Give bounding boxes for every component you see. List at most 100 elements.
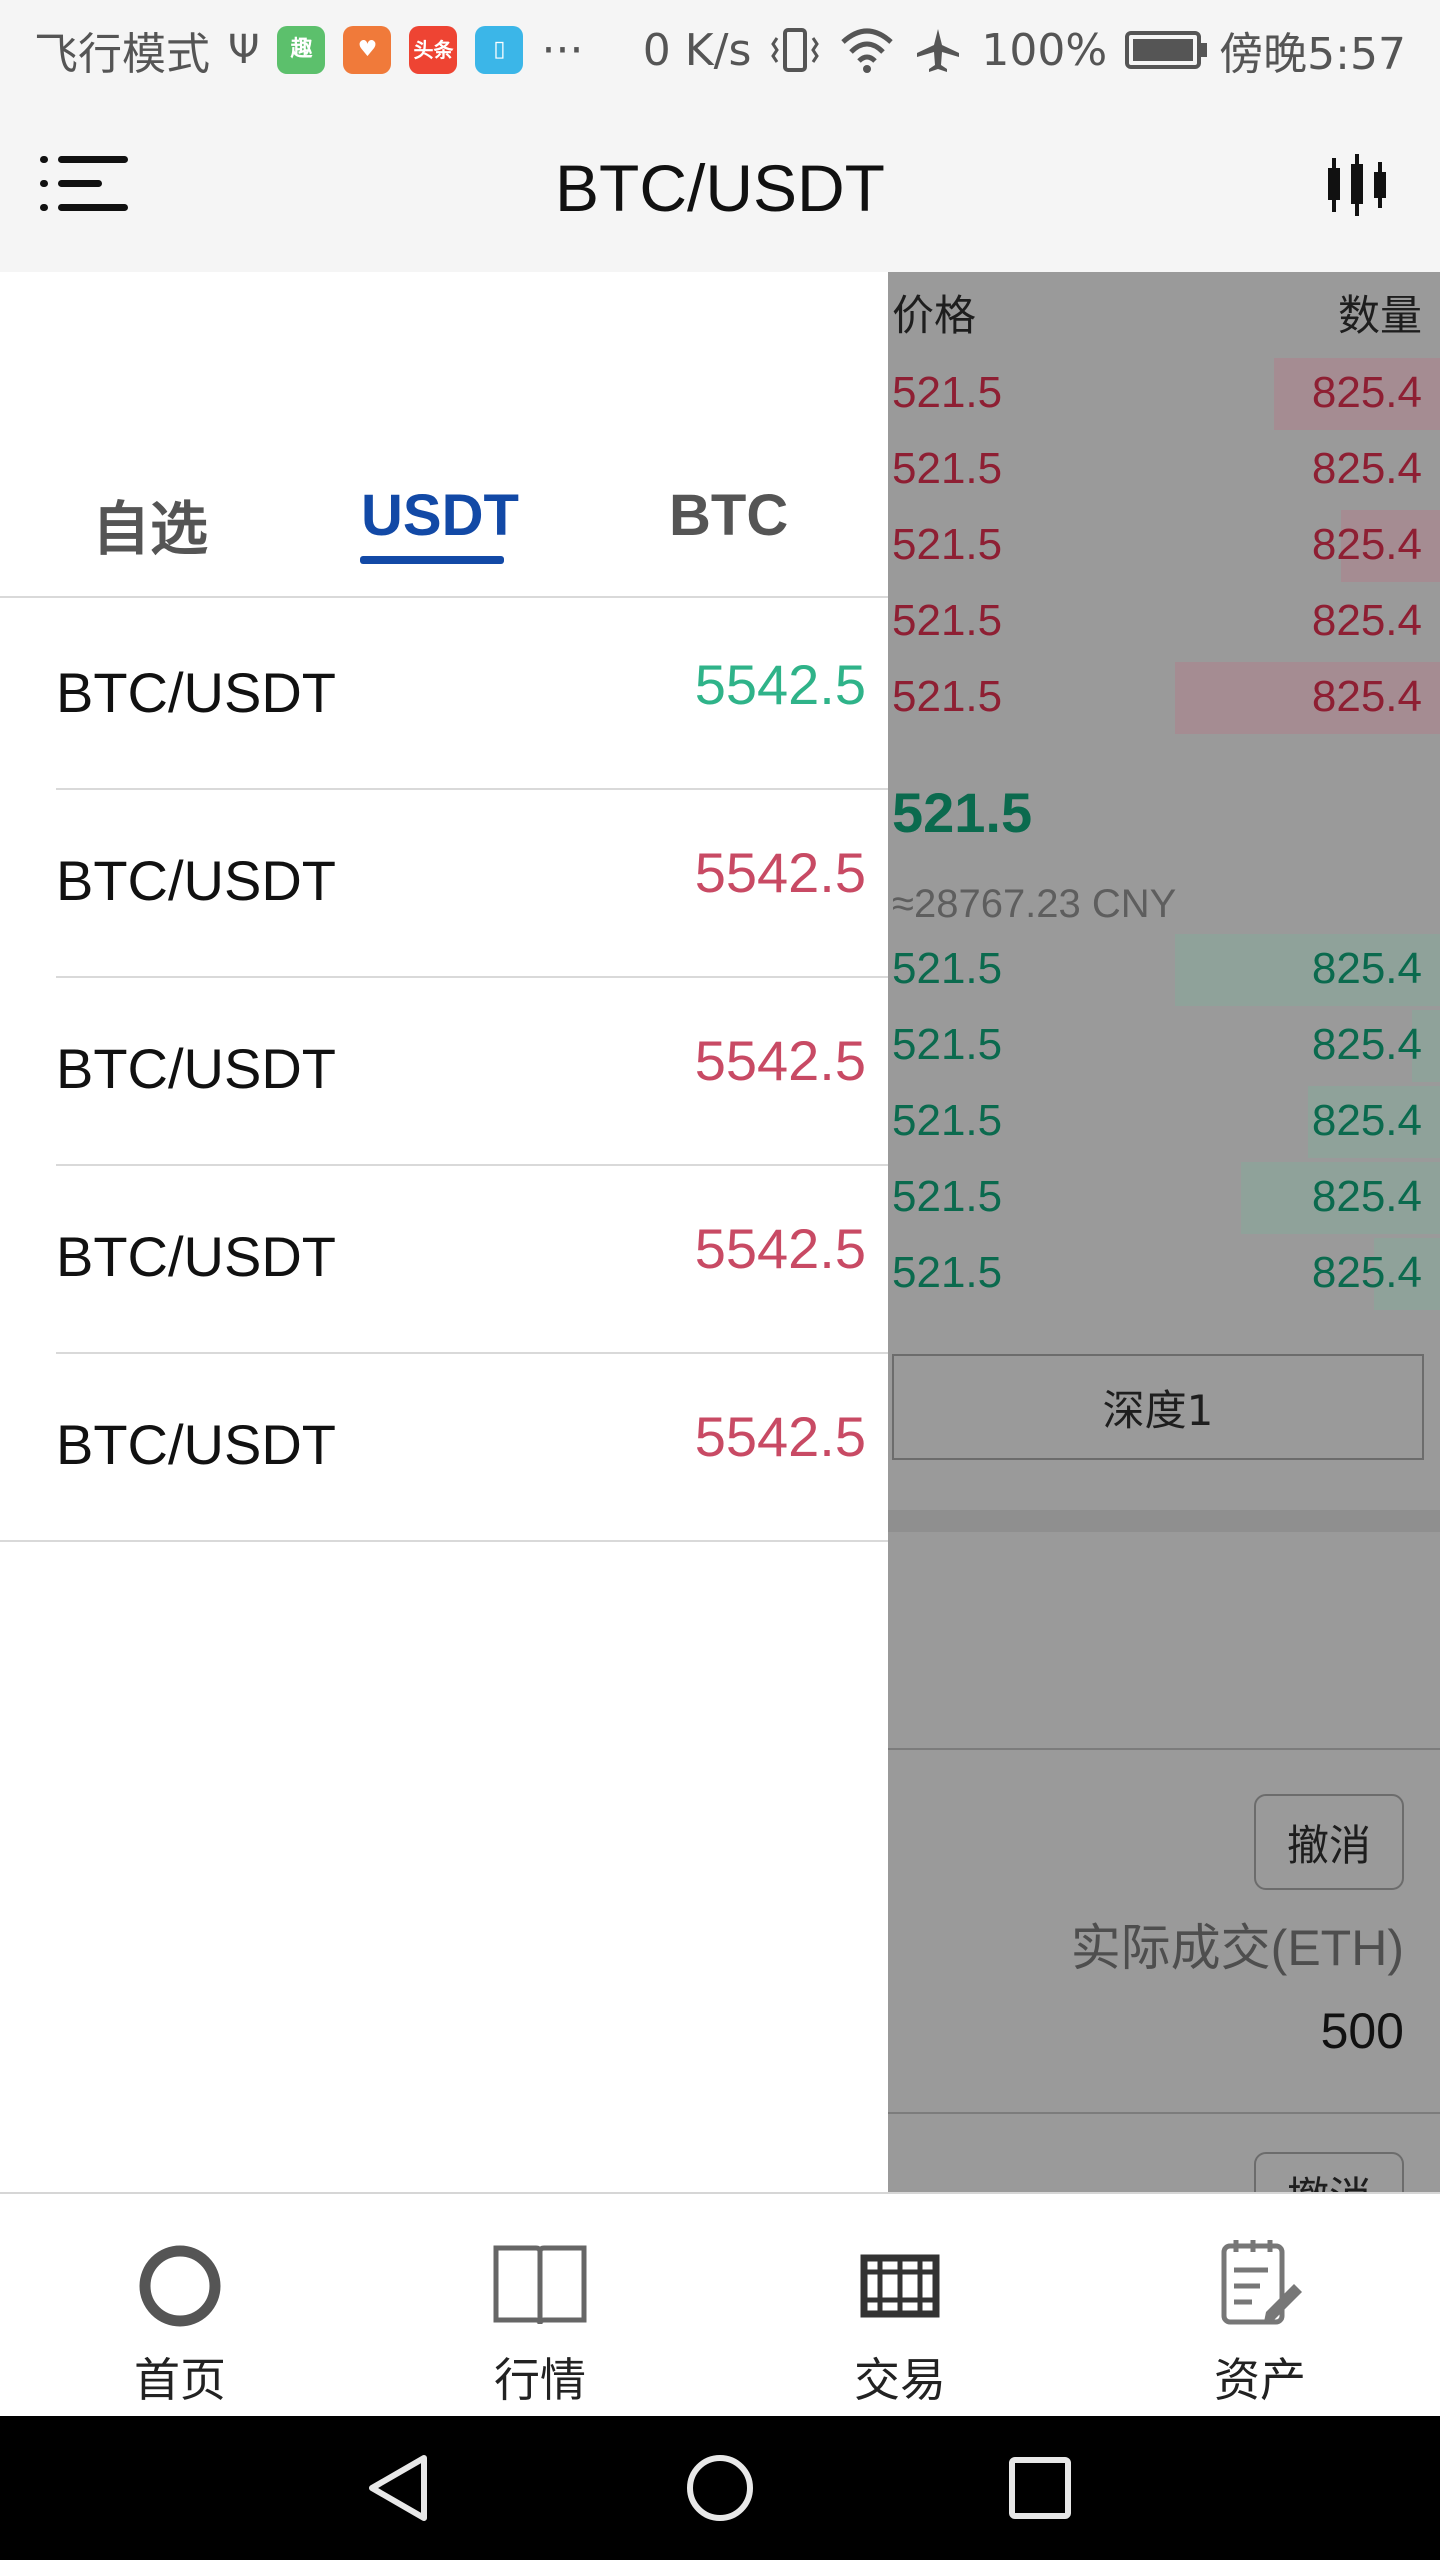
pair-row[interactable]: BTC/USDT 5542.5	[0, 602, 888, 790]
status-bar: 飞行模式 Ψ 趣 ♥ 头条 ▯ ··· 0 K/s 100% 傍晚5:57	[0, 0, 1440, 100]
nav-assets[interactable]: 资产	[1080, 2194, 1440, 2418]
cny-price: ≈28767.23 CNY	[892, 882, 1177, 926]
film-strip-icon	[860, 2254, 940, 2318]
pair-name: BTC/USDT	[56, 1037, 336, 1100]
bid-quantity: 825.4	[1311, 1172, 1422, 1221]
nav-market[interactable]: 行情	[360, 2194, 720, 2418]
ask-row[interactable]: 521.5 825.4	[888, 584, 1440, 660]
ask-price: 521.5	[892, 368, 1003, 417]
pair-name: BTC/USDT	[56, 1413, 336, 1476]
page-title: BTC/USDT	[555, 151, 885, 225]
bid-quantity: 825.4	[1311, 1248, 1422, 1297]
pair-row[interactable]: BTC/USDT 5542.5	[0, 978, 888, 1166]
home-ring-icon	[139, 2245, 221, 2327]
wifi-icon	[841, 28, 894, 73]
qu-app-icon: 趣	[277, 26, 326, 74]
pair-row[interactable]: BTC/USDT 5542.5	[0, 1354, 888, 1542]
quantity-column-header: 数量	[1337, 290, 1422, 340]
market-tabs: 自选 USDT BTC	[0, 272, 888, 598]
vibrate-icon	[771, 28, 820, 72]
pair-price: 5542.5	[694, 1405, 866, 1468]
open-book-icon	[493, 2245, 587, 2325]
pair-price: 5542.5	[694, 841, 866, 904]
heart-app-icon: ♥	[343, 26, 392, 74]
candlestick-icon[interactable]	[1322, 150, 1392, 220]
nav-home-label: 首页	[134, 2353, 226, 2407]
actual-filled-value: 500	[1320, 2003, 1404, 2059]
toutiao-app-icon: 头条	[409, 26, 458, 74]
bid-price: 521.5	[892, 1096, 1003, 1145]
pair-row[interactable]: BTC/USDT 5542.5	[0, 1166, 888, 1354]
battery-icon	[1125, 31, 1208, 69]
pair-name: BTC/USDT	[56, 1225, 336, 1288]
ask-price: 521.5	[892, 520, 1003, 569]
back-triangle-icon[interactable]	[358, 2446, 442, 2530]
bid-row[interactable]: 521.5 825.4	[888, 1084, 1440, 1160]
bid-quantity: 825.4	[1311, 944, 1422, 993]
ask-row[interactable]: 521.5 825.4	[888, 432, 1440, 508]
ask-quantity: 825.4	[1311, 596, 1422, 645]
clock-time: 傍晚5:57	[1219, 29, 1406, 80]
ask-price: 521.5	[892, 444, 1003, 493]
market-drawer: 自选 USDT BTC BTC/USDT 5542.5 BTC/USDT 5542.5…	[0, 272, 888, 2192]
battery-percent: 100%	[981, 24, 1108, 76]
bid-row[interactable]: 521.5 825.4	[888, 1160, 1440, 1236]
last-price: 521.5	[892, 781, 1033, 844]
ask-quantity: 825.4	[1311, 444, 1422, 493]
depth-selector-button[interactable]: 深度1	[892, 1354, 1424, 1460]
pair-row[interactable]: BTC/USDT 5542.5	[0, 790, 888, 978]
ask-quantity: 825.4	[1311, 368, 1422, 417]
trade-panel-overlay[interactable]: 价格 数量 521.5 825.4 521.5 825.4 521.5 825.4 521.…	[888, 272, 1440, 2192]
airplane-icon	[917, 29, 960, 72]
orderbook-header: 价格 数量	[888, 272, 1440, 352]
bid-quantity: 825.4	[1311, 1020, 1422, 1069]
bid-price: 521.5	[892, 1020, 1003, 1069]
bid-row[interactable]: 521.5 825.4	[888, 1236, 1440, 1312]
order-divider	[888, 1748, 1440, 1750]
price-column-header: 价格	[892, 290, 977, 340]
active-tab-indicator	[360, 556, 504, 564]
app-header: BTC/USDT	[0, 100, 1440, 272]
status-right: 0 K/s 100% 傍晚5:57	[643, 18, 1406, 82]
ask-row[interactable]: 521.5 825.4	[888, 508, 1440, 584]
net-speed: 0 K/s	[642, 24, 752, 76]
nav-trade[interactable]: 交易	[720, 2194, 1080, 2418]
actual-filled-label: 实际成交(ETH)	[1070, 1920, 1404, 1976]
bottom-nav: 首页 行情 交易 资产	[0, 2192, 1440, 2416]
tab-usdt[interactable]: USDT	[361, 482, 519, 549]
bid-price: 521.5	[892, 1172, 1003, 1221]
cancel-order-button[interactable]: 撤消	[1254, 1794, 1404, 1890]
bid-price: 521.5	[892, 1248, 1003, 1297]
ask-price: 521.5	[892, 596, 1003, 645]
pair-price: 5542.5	[694, 653, 866, 716]
notepad-edit-icon	[1221, 2240, 1302, 2325]
tab-favorites[interactable]: 自选	[92, 482, 208, 566]
pair-name: BTC/USDT	[56, 661, 336, 724]
recents-square-icon[interactable]	[998, 2446, 1082, 2530]
tab-btc[interactable]: BTC	[669, 482, 788, 549]
pair-price: 5542.5	[694, 1029, 866, 1092]
status-left: 飞行模式 Ψ 趣 ♥ 头条 ▯ ···	[34, 18, 583, 82]
more-notifications-icon: ···	[541, 24, 584, 76]
ask-quantity: 825.4	[1311, 672, 1422, 721]
row-divider	[0, 1540, 888, 1542]
book-app-icon: ▯	[475, 26, 524, 74]
usb-icon: Ψ	[228, 27, 260, 73]
bid-row[interactable]: 521.5 825.4	[888, 932, 1440, 1008]
ask-row[interactable]: 521.5 825.4	[888, 356, 1440, 432]
nav-assets-label: 资产	[1214, 2353, 1306, 2407]
ask-quantity: 825.4	[1311, 520, 1422, 569]
home-circle-icon[interactable]	[678, 2446, 762, 2530]
bid-price: 521.5	[892, 944, 1003, 993]
airplane-mode-text: 飞行模式	[34, 29, 210, 80]
system-nav-bar	[0, 2416, 1440, 2560]
order-divider	[888, 2112, 1440, 2114]
section-divider	[888, 1510, 1440, 1532]
cancel-order-button[interactable]: 撤消	[1254, 2152, 1404, 2192]
pair-name: BTC/USDT	[56, 849, 336, 912]
nav-home[interactable]: 首页	[0, 2194, 360, 2418]
ask-row[interactable]: 521.5 825.4	[888, 660, 1440, 736]
ask-price: 521.5	[892, 672, 1003, 721]
bid-row[interactable]: 521.5 825.4	[888, 1008, 1440, 1084]
bid-quantity: 825.4	[1311, 1096, 1422, 1145]
